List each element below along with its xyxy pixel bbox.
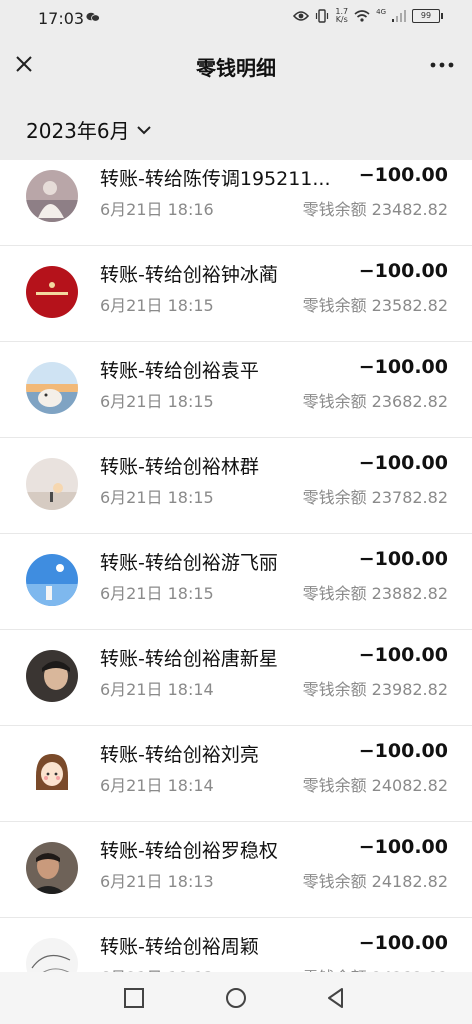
transaction-row[interactable]: 转账-转给创裕游飞丽 6月21日 18:15 −100.00 零钱余额 2388…: [0, 534, 472, 630]
transaction-title: 转账-转给创裕钟冰蔺: [100, 264, 278, 286]
avatar: [26, 938, 78, 972]
transaction-time: 6月21日 18:15: [100, 584, 214, 603]
transaction-amount: −100.00: [358, 836, 448, 858]
transaction-amount: −100.00: [358, 164, 448, 186]
transaction-row[interactable]: 转账-转给创裕罗稳权 6月21日 18:13 −100.00 零钱余额 2418…: [0, 822, 472, 918]
status-time: 17:03: [38, 9, 85, 28]
transaction-time: 6月21日 18:15: [100, 488, 214, 507]
avatar: [26, 362, 78, 414]
balance-after: 零钱余额 23582.82: [302, 296, 448, 315]
network-type: 4G: [376, 8, 386, 16]
balance-after: 零钱余额 23782.82: [302, 488, 448, 507]
transaction-amount: −100.00: [358, 548, 448, 570]
eye-icon: [293, 11, 310, 21]
chevron-down-icon: [136, 125, 151, 134]
transaction-amount: −100.00: [358, 260, 448, 282]
avatar: [26, 554, 78, 606]
transaction-amount: −100.00: [358, 740, 448, 762]
battery-indicator: 99: [412, 9, 443, 23]
balance-after: 零钱余额 23482.82: [302, 200, 448, 219]
speed-unit: K/s: [335, 15, 348, 24]
signal-icon: [392, 10, 406, 22]
transaction-time: 6月21日 18:14: [100, 776, 214, 795]
transaction-title: 转账-转给创裕唐新星: [100, 648, 278, 670]
transaction-time: 6月21日 18:14: [100, 680, 214, 699]
triangle-back-icon[interactable]: [324, 986, 348, 1010]
balance-after: 零钱余额 23682.82: [302, 392, 448, 411]
transaction-title: 转账-转给创裕林群: [100, 456, 259, 478]
status-bar: 17:03 1.7 K/s 4G 99: [0, 0, 472, 36]
transaction-title: 转账-转给陈传调195211...: [100, 168, 331, 190]
transaction-row[interactable]: 转账-转给创裕钟冰蔺 6月21日 18:15 −100.00 零钱余额 2358…: [0, 246, 472, 342]
transaction-row[interactable]: 转账-转给创裕林群 6月21日 18:15 −100.00 零钱余额 23782…: [0, 438, 472, 534]
transaction-title: 转账-转给创裕刘亮: [100, 744, 259, 766]
transaction-title: 转账-转给创裕罗稳权: [100, 840, 278, 862]
transaction-row[interactable]: 转账-转给创裕袁平 6月21日 18:15 −100.00 零钱余额 23682…: [0, 342, 472, 438]
transaction-amount: −100.00: [358, 356, 448, 378]
transaction-row[interactable]: 转账-转给创裕刘亮 6月21日 18:14 −100.00 零钱余额 24082…: [0, 726, 472, 822]
wechat-notification-icon: [86, 12, 100, 22]
transaction-title: 转账-转给创裕周颖: [100, 936, 259, 958]
status-icons: 1.7 K/s 4G 99: [293, 8, 443, 24]
page-title: 零钱明细: [196, 56, 276, 80]
circle-icon[interactable]: [224, 986, 248, 1010]
month-filter-bar: 2023年6月: [0, 92, 472, 160]
transaction-time: 6月21日 18:15: [100, 296, 214, 315]
transaction-time: 6月21日 18:13: [100, 872, 214, 891]
balance-after: 零钱余额 23882.82: [302, 584, 448, 603]
balance-after: 零钱余额 24282.82: [303, 964, 448, 972]
avatar: [26, 842, 78, 894]
avatar: [26, 746, 78, 798]
network-speed: 1.7 K/s: [335, 8, 348, 24]
transaction-row[interactable]: 转账-转给创裕周颖 6月21日 18:13 −100.00 零钱余额 24282…: [0, 918, 472, 972]
vibrate-icon: [316, 9, 329, 23]
month-label: 2023年6月: [26, 119, 130, 143]
more-icon[interactable]: [430, 61, 454, 69]
transaction-time: 6月21日 18:15: [100, 392, 214, 411]
transaction-row[interactable]: 转账-转给陈传调195211... 6月21日 18:16 −100.00 零钱…: [0, 160, 472, 246]
balance-after: 零钱余额 23982.82: [302, 680, 448, 699]
square-icon[interactable]: [122, 986, 146, 1010]
title-bar: 零钱明细: [0, 36, 472, 92]
avatar: [26, 650, 78, 702]
balance-after: 零钱余额 24182.82: [302, 872, 448, 891]
transaction-list: 转账-转给陈传调195211... 6月21日 18:16 −100.00 零钱…: [0, 160, 472, 972]
transaction-row[interactable]: 转账-转给创裕唐新星 6月21日 18:14 −100.00 零钱余额 2398…: [0, 630, 472, 726]
balance-after: 零钱余额 24082.82: [302, 776, 448, 795]
month-selector[interactable]: 2023年6月: [26, 115, 152, 144]
transaction-title: 转账-转给创裕袁平: [100, 360, 259, 382]
transaction-time: 6月21日 18:13: [100, 964, 214, 972]
transaction-amount: −100.00: [358, 644, 448, 666]
wifi-icon: [354, 10, 370, 22]
transaction-time: 6月21日 18:16: [100, 200, 214, 219]
system-nav-bar: [0, 972, 472, 1024]
avatar: [26, 170, 78, 222]
transaction-title: 转账-转给创裕游飞丽: [100, 552, 278, 574]
transaction-amount: −100.00: [358, 932, 448, 954]
avatar: [26, 266, 78, 318]
avatar: [26, 458, 78, 510]
transaction-amount: −100.00: [358, 452, 448, 474]
